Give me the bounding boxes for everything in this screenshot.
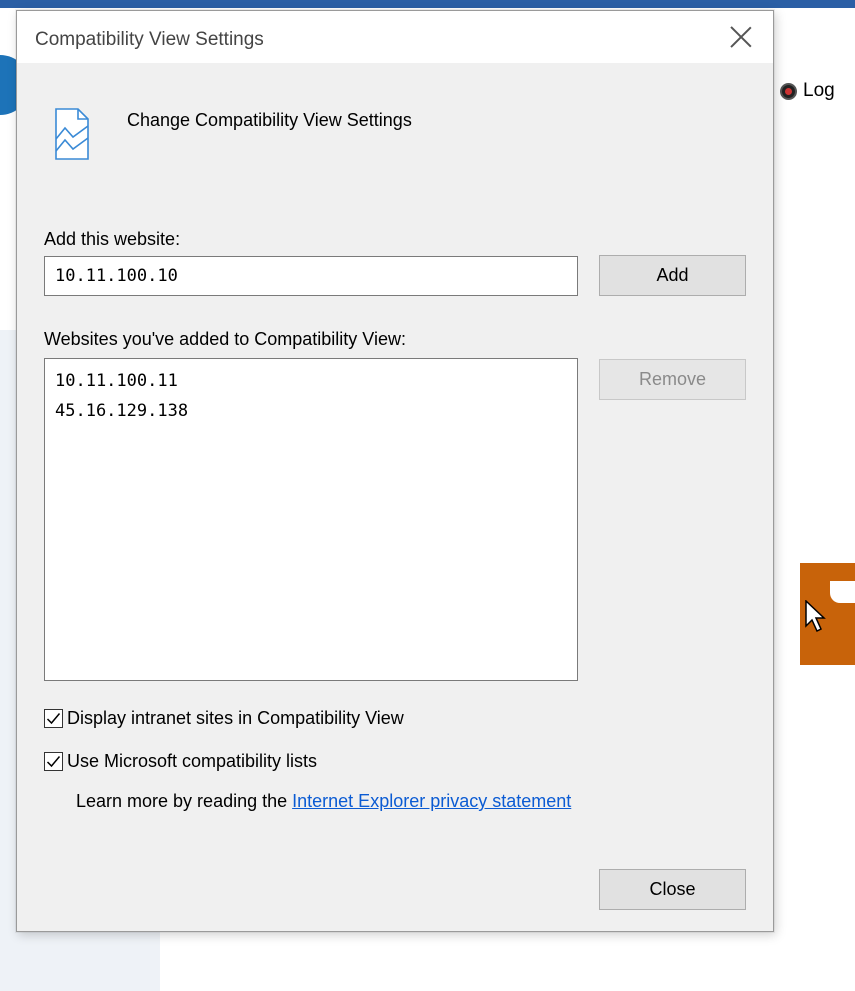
- check-icon: [46, 713, 61, 725]
- check-icon: [46, 756, 61, 768]
- ms-lists-checkbox[interactable]: [44, 752, 63, 771]
- added-websites-label: Websites you've added to Compatibility V…: [44, 329, 406, 349]
- privacy-statement-link[interactable]: Internet Explorer privacy statement: [292, 791, 571, 811]
- learn-more-prefix: Learn more by reading the: [76, 791, 293, 811]
- dialog-heading: Change Compatibility View Settings: [127, 110, 412, 130]
- user-menu-label: Log: [803, 80, 835, 101]
- compatibility-view-dialog: Compatibility View Settings Change Compa…: [16, 10, 774, 932]
- ms-lists-checkbox-label: Use Microsoft compatibility lists: [67, 751, 318, 771]
- ms-lists-checkbox-row[interactable]: Use Microsoft compatibility lists: [44, 751, 317, 772]
- add-button[interactable]: Add: [599, 255, 746, 296]
- list-item[interactable]: 45.16.129.138: [45, 397, 577, 427]
- compatibility-page-icon: [52, 106, 92, 162]
- dialog-title: Compatibility View Settings: [35, 29, 264, 50]
- background-user-menu[interactable]: Log: [780, 80, 835, 102]
- user-avatar-icon: [780, 82, 797, 100]
- intranet-checkbox[interactable]: [44, 709, 63, 728]
- list-item[interactable]: 10.11.100.11: [45, 367, 577, 397]
- intranet-checkbox-label: Display intranet sites in Compatibility …: [67, 708, 404, 728]
- learn-more-text: Learn more by reading the Internet Explo…: [76, 791, 571, 812]
- close-button[interactable]: Close: [599, 869, 746, 910]
- add-website-label: Add this website:: [44, 229, 181, 249]
- background-top-bar: [0, 0, 855, 8]
- add-website-input[interactable]: [44, 256, 578, 296]
- close-icon[interactable]: [727, 23, 755, 51]
- remove-button[interactable]: Remove: [599, 359, 746, 400]
- dialog-titlebar: Compatibility View Settings: [17, 11, 773, 63]
- added-websites-list[interactable]: 10.11.100.11 45.16.129.138: [44, 358, 578, 681]
- intranet-checkbox-row[interactable]: Display intranet sites in Compatibility …: [44, 708, 404, 729]
